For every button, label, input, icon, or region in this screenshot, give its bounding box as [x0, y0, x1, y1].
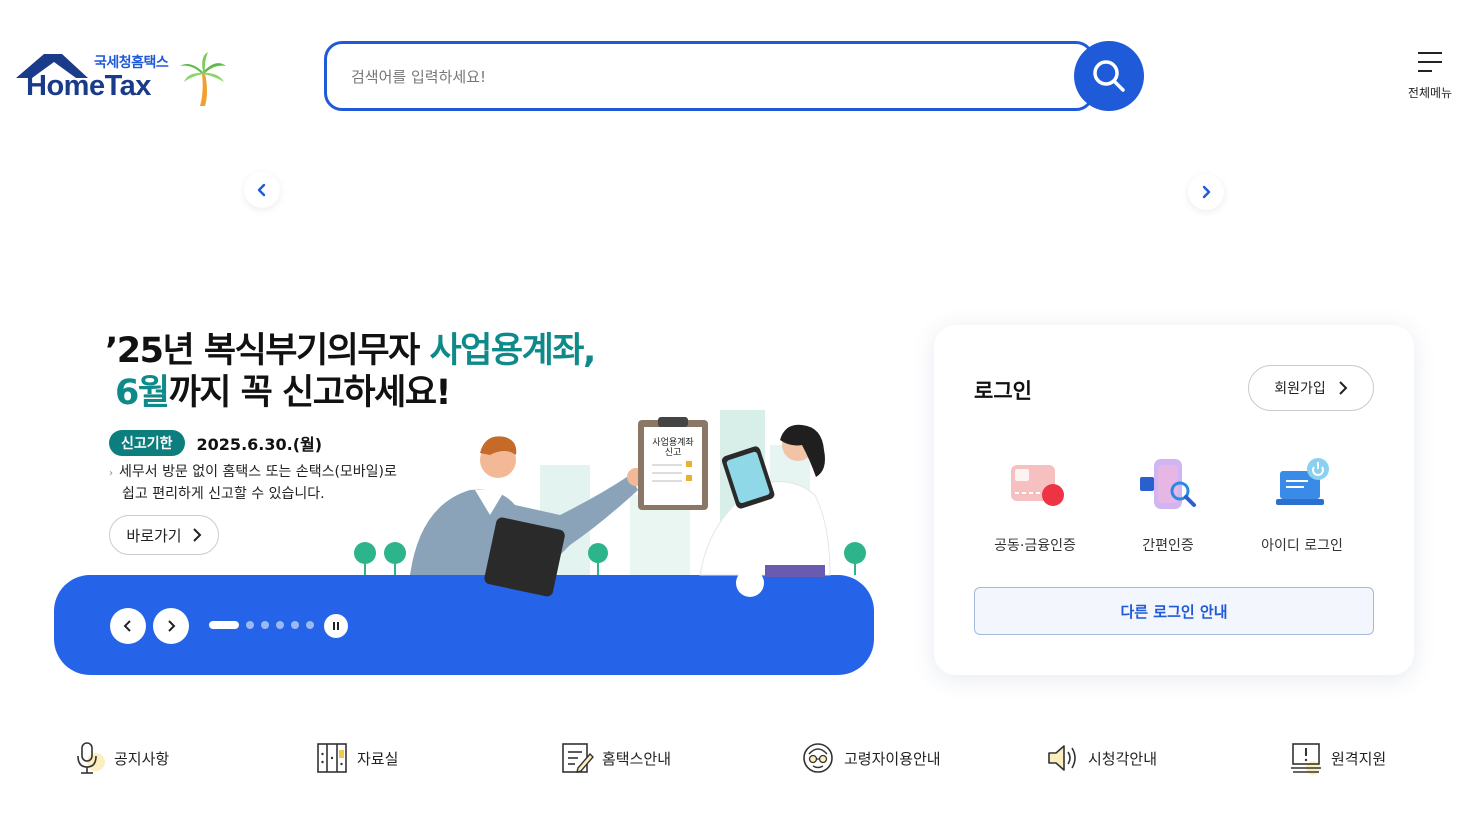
chevron-right-icon: [168, 620, 176, 632]
search-input[interactable]: [351, 64, 1051, 90]
bullet-arrow-icon: ›: [109, 468, 113, 479]
pagination-dot-3[interactable]: [261, 621, 269, 629]
guide-document-icon: [562, 743, 594, 773]
certificate-login-label: 공동·금융인증: [994, 538, 1076, 554]
deadline-row: 신고기한 2025.6.30.(월): [109, 430, 322, 456]
deadline-date: 2025.6.30.(월): [196, 435, 323, 454]
quick-menu-notice[interactable]: 공지사항: [74, 740, 169, 776]
banner-next-button[interactable]: [153, 608, 189, 644]
quick-menu-hometax-guide[interactable]: 홈택스안내: [560, 740, 671, 776]
chevron-right-icon: [192, 528, 202, 542]
chevron-right-icon: [1339, 381, 1348, 395]
top-banner-prev-button[interactable]: [244, 172, 280, 208]
pagination-dot-5[interactable]: [291, 621, 299, 629]
banner-title-line1: ’25년 복식부기의무자: [105, 331, 430, 371]
banner-pagination: [209, 621, 314, 629]
banner-prev-button[interactable]: [110, 608, 146, 644]
banner-title-line1-accent: 사업용계좌,: [429, 331, 596, 371]
search-icon: [1093, 60, 1125, 92]
simple-auth-login-option[interactable]: 간편인증: [1108, 453, 1228, 555]
all-menu-button[interactable]: 전체메뉴: [1400, 50, 1460, 101]
logo-subtitle: 국세청홈택스: [94, 55, 169, 71]
quick-menu-archive-label: 자료실: [357, 749, 399, 768]
pagination-dot-1[interactable]: [209, 621, 239, 629]
banner-desc-line1: 세무서 방문 없이 홈택스 또는 손택스(모바일)로: [119, 464, 397, 480]
clipboard-text-1: 사업용계좌: [652, 436, 693, 448]
signup-button[interactable]: 회원가입: [1248, 365, 1374, 411]
go-shortcut-button[interactable]: 바로가기: [109, 515, 219, 555]
quick-menu-audiovisual-label: 시청각안내: [1088, 749, 1158, 768]
speaker-icon: [1048, 745, 1076, 771]
pagination-dot-6[interactable]: [306, 621, 314, 629]
senior-face-icon: [803, 743, 833, 773]
hamburger-menu-icon: [1418, 52, 1442, 72]
signup-label: 회원가입: [1274, 381, 1326, 397]
microphone-icon: [77, 742, 105, 774]
banner-desc-line2: 쉽고 편리하게 신고할 수 있습니다.: [122, 486, 325, 502]
simple-auth-phone-icon: [1140, 459, 1196, 509]
archive-cabinet-icon: [317, 743, 347, 773]
chevron-left-icon: [123, 620, 131, 632]
banner-description: › 세무서 방문 없이 홈택스 또는 손택스(모바일)로 쉽고 편리하게 신고할 …: [109, 462, 397, 505]
pause-icon: [333, 622, 339, 630]
other-login-guide-label: 다른 로그인 안내: [1120, 602, 1228, 621]
certificate-card-icon: [1011, 465, 1064, 506]
login-title: 로그인: [974, 379, 1032, 403]
simple-auth-label: 간편인증: [1142, 538, 1194, 554]
chevron-right-icon: [1202, 185, 1211, 199]
banner-illustration: 사업용계좌 신고: [354, 410, 866, 597]
pagination-dot-4[interactable]: [276, 621, 284, 629]
search-box: [324, 41, 1094, 111]
quick-menu-hometax-guide-label: 홈택스안내: [602, 749, 672, 768]
quick-menu-audiovisual-guide[interactable]: 시청각안내: [1046, 740, 1157, 776]
banner-title-line2: 까지 꼭 신고하세요!: [168, 373, 452, 413]
search-button[interactable]: [1074, 41, 1144, 111]
chevron-left-icon: [257, 183, 266, 197]
hometax-main-page: 국세청홈택스 HomeTax 전체메뉴: [0, 0, 1470, 815]
deadline-badge: 신고기한: [109, 430, 185, 456]
banner-pause-button[interactable]: [324, 614, 348, 638]
quick-menu-remote-support[interactable]: 원격지원: [1289, 740, 1386, 776]
all-menu-label: 전체메뉴: [1407, 86, 1453, 100]
id-login-laptop-icon: [1276, 458, 1329, 505]
clipboard-text-2: 신고: [665, 447, 682, 458]
remote-support-monitor-icon: [1291, 743, 1321, 775]
quick-menu-senior-guide-label: 고령자이용안내: [844, 749, 941, 768]
top-banner-next-button[interactable]: [1188, 174, 1224, 210]
banner-title-line2-accent: 6월: [115, 373, 170, 413]
login-card: 로그인 회원가입 공동·금융인증 간편인증 아이디 로그인 다른 로그인 안내: [934, 325, 1414, 675]
quick-menu-archive[interactable]: 자료실: [315, 740, 398, 776]
quick-menu-notice-label: 공지사항: [114, 749, 170, 768]
certificate-login-option[interactable]: 공동·금융인증: [975, 453, 1095, 555]
banner-title: ’25년 복식부기의무자 사업용계좌, 6월까지 꼭 신고하세요!: [105, 330, 596, 414]
hometax-logo[interactable]: 국세청홈택스 HomeTax: [14, 50, 234, 110]
quick-menu-senior-guide[interactable]: 고령자이용안내: [802, 740, 941, 776]
id-login-label: 아이디 로그인: [1261, 538, 1343, 554]
pagination-dot-2[interactable]: [246, 621, 254, 629]
id-login-option[interactable]: 아이디 로그인: [1242, 453, 1362, 555]
go-shortcut-label: 바로가기: [126, 526, 182, 545]
other-login-guide-button[interactable]: 다른 로그인 안내: [974, 587, 1374, 635]
quick-menu-remote-support-label: 원격지원: [1331, 749, 1387, 768]
palm-tree-icon: [180, 52, 226, 106]
logo-wordmark: HomeTax: [26, 70, 151, 102]
